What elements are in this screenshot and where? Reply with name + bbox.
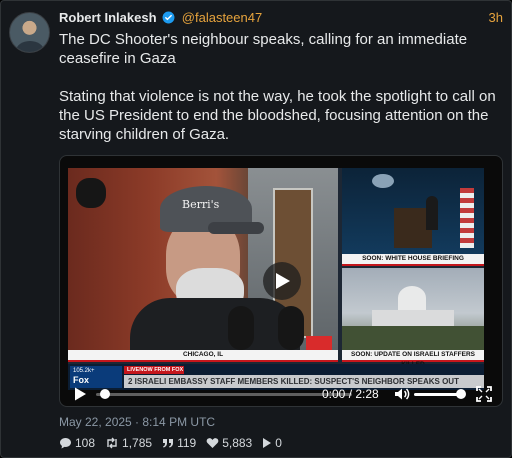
post-age[interactable]: 3h — [489, 10, 503, 25]
microphone — [278, 306, 304, 350]
quote-icon — [163, 438, 174, 447]
quote-count: 119 — [177, 436, 197, 450]
briefing-person — [426, 196, 438, 230]
repost-stat[interactable]: 1,785 — [105, 436, 152, 450]
play-icon — [263, 438, 272, 448]
reply-icon — [60, 438, 71, 449]
post-timestamp[interactable]: May 22, 2025 · 8:14 PM UTC — [59, 415, 215, 429]
video-inset-briefing-room — [342, 168, 484, 254]
view-count: 0 — [275, 436, 282, 450]
speaker-jacket — [130, 298, 300, 354]
post-text: The DC Shooter's neighbour speaks, calli… — [59, 30, 505, 144]
tweet-header: Robert Inlakesh @falasteen47 3h — [59, 10, 503, 28]
post-paragraph-1: The DC Shooter's neighbour speaks, calli… — [59, 31, 468, 67]
verified-badge-icon — [162, 11, 175, 24]
quote-stat[interactable]: 119 — [162, 436, 196, 450]
feed-location-label: CHICAGO, IL — [68, 350, 338, 362]
briefing-seal — [372, 174, 394, 188]
author-name[interactable]: Robert Inlakesh — [59, 10, 157, 25]
viewer-count: 105.2k+ — [73, 368, 95, 374]
speaker-cap-brim — [208, 222, 264, 234]
cap-logo-text: Berri's — [182, 198, 220, 211]
play-icon[interactable] — [72, 386, 88, 402]
us-flag — [460, 188, 474, 248]
author-handle[interactable]: @falasteen47 — [182, 10, 262, 25]
like-stat[interactable]: 5,883 — [206, 436, 252, 450]
like-count: 5,883 — [222, 436, 253, 450]
time-readout: 0:00 / 2:28 — [322, 387, 379, 401]
repost-count: 1,785 — [122, 436, 153, 450]
heart-icon — [206, 438, 219, 448]
video-player[interactable]: Berri's CHICAGO, IL SOON: WHITE HOUSE BR… — [59, 155, 503, 407]
capitol-trees — [342, 326, 484, 350]
volume-slider[interactable] — [414, 393, 460, 396]
volume-handle[interactable] — [456, 389, 466, 399]
repost-icon — [107, 437, 117, 449]
play-icon — [276, 273, 290, 289]
inset-label-briefing: SOON: WHITE HOUSE BRIEFING — [342, 254, 484, 266]
view-stat[interactable]: 0 — [262, 436, 282, 450]
microphone — [228, 306, 254, 350]
video-controls: 0:00 / 2:28 — [60, 382, 502, 406]
progress-handle[interactable] — [100, 389, 110, 399]
live-tag: LIVENOW FROM FOX — [124, 366, 184, 374]
microphone — [76, 178, 106, 208]
video-inset-capitol — [342, 268, 484, 350]
post-paragraph-2: Stating that violence is not the way, he… — [59, 88, 496, 143]
avatar[interactable] — [9, 12, 50, 53]
progress-bar[interactable] — [96, 393, 352, 396]
microphone-flag — [306, 336, 332, 350]
reply-stat[interactable]: 108 — [59, 436, 95, 450]
video-main-feed: Berri's — [68, 168, 338, 354]
tweet-card: Robert Inlakesh @falasteen47 3h The DC S… — [0, 0, 512, 458]
center-play-button[interactable] — [263, 262, 301, 300]
engagement-stats: 108 1,785 119 5,883 0 — [59, 436, 282, 450]
volume-icon[interactable] — [394, 386, 410, 402]
reply-count: 108 — [75, 436, 96, 450]
fullscreen-icon[interactable] — [476, 386, 492, 402]
capitol-dome — [398, 286, 426, 310]
inset-label-update: SOON: UPDATE ON ISRAELI STAFFERS KILLED — [342, 350, 484, 368]
